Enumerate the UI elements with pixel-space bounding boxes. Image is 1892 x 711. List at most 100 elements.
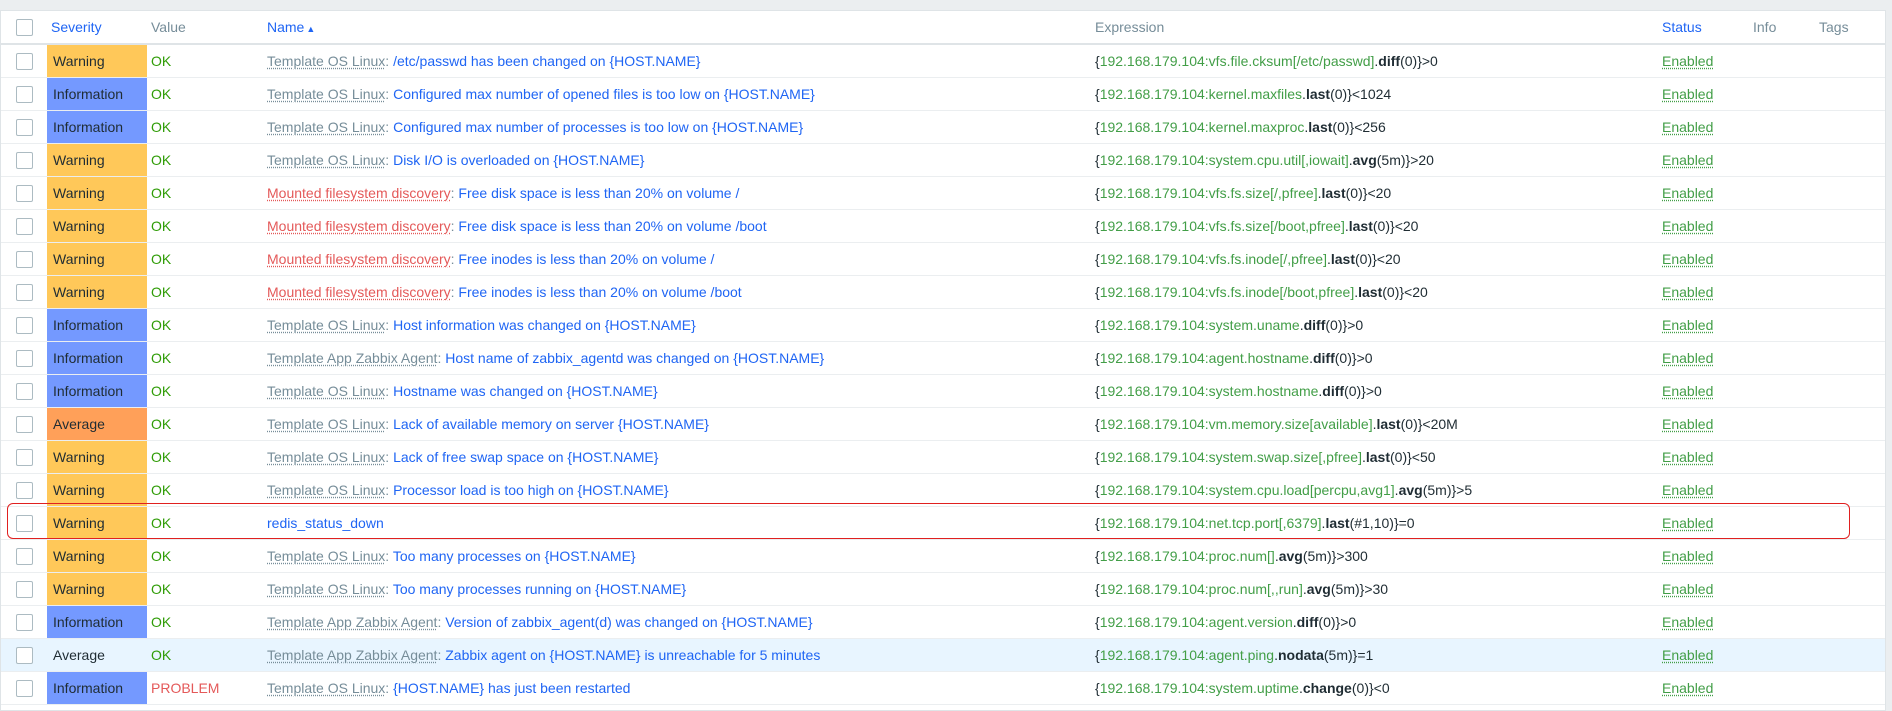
expression-item-link[interactable]: 192.168.179.104:kernel.maxproc — [1100, 119, 1305, 135]
row-checkbox[interactable] — [15, 52, 33, 70]
trigger-name-link[interactable]: Processor load is too high on {HOST.NAME… — [393, 482, 668, 498]
status-toggle-link[interactable]: Enabled — [1662, 218, 1713, 234]
row-checkbox[interactable] — [15, 679, 33, 697]
expression-item-link[interactable]: 192.168.179.104:kernel.maxfiles — [1100, 86, 1302, 102]
status-toggle-link[interactable]: Enabled — [1662, 317, 1713, 333]
expression-item-link[interactable]: 192.168.179.104:proc.num[] — [1100, 548, 1275, 564]
row-checkbox[interactable] — [15, 283, 33, 301]
template-link[interactable]: Template OS Linux — [267, 317, 385, 333]
template-link[interactable]: Template OS Linux — [267, 482, 385, 498]
trigger-name-link[interactable]: Free disk space is less than 20% on volu… — [458, 185, 739, 201]
row-checkbox[interactable] — [15, 217, 33, 235]
template-link[interactable]: Template App Zabbix Agent — [267, 647, 437, 663]
select-all-checkbox[interactable] — [15, 18, 33, 36]
trigger-name-link[interactable]: Configured max number of processes is to… — [393, 119, 803, 135]
trigger-name-link[interactable]: Host information was changed on {HOST.NA… — [393, 317, 696, 333]
severity-column-header[interactable]: Severity — [47, 11, 147, 45]
row-checkbox[interactable] — [15, 382, 33, 400]
status-toggle-link[interactable]: Enabled — [1662, 53, 1713, 69]
row-checkbox[interactable] — [15, 613, 33, 631]
template-link[interactable]: Template OS Linux — [267, 416, 385, 432]
row-checkbox[interactable] — [15, 184, 33, 202]
status-toggle-link[interactable]: Enabled — [1662, 152, 1713, 168]
row-checkbox[interactable] — [15, 646, 33, 664]
template-link[interactable]: Template OS Linux — [267, 548, 385, 564]
expression-item-link[interactable]: 192.168.179.104:agent.ping — [1100, 647, 1274, 663]
discovery-rule-link[interactable]: Mounted filesystem discovery — [267, 185, 451, 201]
row-checkbox[interactable] — [15, 448, 33, 466]
expression-item-link[interactable]: 192.168.179.104:system.swap.size[,pfree] — [1100, 449, 1362, 465]
status-toggle-link[interactable]: Enabled — [1662, 614, 1713, 630]
expression-item-link[interactable]: 192.168.179.104:agent.hostname — [1100, 350, 1309, 366]
row-checkbox[interactable] — [15, 547, 33, 565]
trigger-name-link[interactable]: Configured max number of opened files is… — [393, 86, 815, 102]
row-checkbox[interactable] — [15, 118, 33, 136]
template-link[interactable]: Template OS Linux — [267, 152, 385, 168]
expression-item-link[interactable]: 192.168.179.104:vfs.file.cksum[/etc/pass… — [1100, 53, 1375, 69]
status-toggle-link[interactable]: Enabled — [1662, 482, 1713, 498]
discovery-rule-link[interactable]: Mounted filesystem discovery — [267, 218, 451, 234]
row-checkbox[interactable] — [15, 580, 33, 598]
status-toggle-link[interactable]: Enabled — [1662, 119, 1713, 135]
trigger-name-link[interactable]: Free inodes is less than 20% on volume /… — [458, 284, 741, 300]
discovery-rule-link[interactable]: Mounted filesystem discovery — [267, 284, 451, 300]
discovery-rule-link[interactable]: Mounted filesystem discovery — [267, 251, 451, 267]
row-checkbox[interactable] — [15, 85, 33, 103]
expression-item-link[interactable]: 192.168.179.104:system.cpu.util[,iowait] — [1100, 152, 1349, 168]
trigger-name-link[interactable]: Version of zabbix_agent(d) was changed o… — [445, 614, 812, 630]
status-toggle-link[interactable]: Enabled — [1662, 383, 1713, 399]
status-toggle-link[interactable]: Enabled — [1662, 350, 1713, 366]
trigger-name-link[interactable]: /etc/passwd has been changed on {HOST.NA… — [393, 53, 700, 69]
row-checkbox[interactable] — [15, 316, 33, 334]
status-toggle-link[interactable]: Enabled — [1662, 416, 1713, 432]
row-checkbox[interactable] — [15, 349, 33, 367]
expression-item-link[interactable]: 192.168.179.104:system.cpu.load[percpu,a… — [1100, 482, 1395, 498]
status-column-header[interactable]: Status — [1658, 11, 1749, 45]
template-link[interactable]: Template OS Linux — [267, 53, 385, 69]
template-link[interactable]: Template OS Linux — [267, 680, 385, 696]
status-toggle-link[interactable]: Enabled — [1662, 581, 1713, 597]
row-checkbox[interactable] — [15, 514, 33, 532]
trigger-name-link[interactable]: {HOST.NAME} has just been restarted — [393, 680, 630, 696]
expression-item-link[interactable]: 192.168.179.104:system.uptime — [1100, 680, 1299, 696]
template-link[interactable]: Template OS Linux — [267, 449, 385, 465]
status-toggle-link[interactable]: Enabled — [1662, 515, 1713, 531]
status-toggle-link[interactable]: Enabled — [1662, 86, 1713, 102]
trigger-name-link[interactable]: redis_status_down — [267, 515, 384, 531]
expression-item-link[interactable]: 192.168.179.104:vfs.fs.size[/boot,pfree] — [1100, 218, 1345, 234]
name-column-header[interactable]: Name ▲ — [263, 11, 1091, 45]
trigger-name-link[interactable]: Free disk space is less than 20% on volu… — [458, 218, 766, 234]
status-toggle-link[interactable]: Enabled — [1662, 680, 1713, 696]
expression-item-link[interactable]: 192.168.179.104:vfs.fs.inode[/,pfree] — [1100, 251, 1327, 267]
expression-item-link[interactable]: 192.168.179.104:vfs.fs.inode[/boot,pfree… — [1100, 284, 1355, 300]
trigger-name-link[interactable]: Too many processes on {HOST.NAME} — [393, 548, 636, 564]
trigger-name-link[interactable]: Too many processes running on {HOST.NAME… — [393, 581, 686, 597]
template-link[interactable]: Template App Zabbix Agent — [267, 350, 437, 366]
expression-item-link[interactable]: 192.168.179.104:net.tcp.port[,6379] — [1100, 515, 1322, 531]
status-toggle-link[interactable]: Enabled — [1662, 284, 1713, 300]
expression-item-link[interactable]: 192.168.179.104:system.uname — [1100, 317, 1300, 333]
trigger-name-link[interactable]: Host name of zabbix_agentd was changed o… — [445, 350, 824, 366]
trigger-name-link[interactable]: Hostname was changed on {HOST.NAME} — [393, 383, 658, 399]
trigger-name-link[interactable]: Zabbix agent on {HOST.NAME} is unreachab… — [445, 647, 820, 663]
expression-item-link[interactable]: 192.168.179.104:vfs.fs.size[/,pfree] — [1100, 185, 1318, 201]
status-toggle-link[interactable]: Enabled — [1662, 548, 1713, 564]
row-checkbox[interactable] — [15, 481, 33, 499]
template-link[interactable]: Template OS Linux — [267, 581, 385, 597]
status-toggle-link[interactable]: Enabled — [1662, 647, 1713, 663]
row-checkbox[interactable] — [15, 415, 33, 433]
template-link[interactable]: Template OS Linux — [267, 119, 385, 135]
trigger-name-link[interactable]: Lack of free swap space on {HOST.NAME} — [393, 449, 658, 465]
expression-item-link[interactable]: 192.168.179.104:agent.version — [1100, 614, 1293, 630]
template-link[interactable]: Template App Zabbix Agent — [267, 614, 437, 630]
expression-item-link[interactable]: 192.168.179.104:proc.num[,,run] — [1100, 581, 1303, 597]
status-toggle-link[interactable]: Enabled — [1662, 185, 1713, 201]
expression-item-link[interactable]: 192.168.179.104:system.hostname — [1100, 383, 1319, 399]
trigger-name-link[interactable]: Free inodes is less than 20% on volume / — [458, 251, 714, 267]
status-toggle-link[interactable]: Enabled — [1662, 449, 1713, 465]
template-link[interactable]: Template OS Linux — [267, 86, 385, 102]
status-toggle-link[interactable]: Enabled — [1662, 251, 1713, 267]
row-checkbox[interactable] — [15, 151, 33, 169]
row-checkbox[interactable] — [15, 250, 33, 268]
trigger-name-link[interactable]: Lack of available memory on server {HOST… — [393, 416, 709, 432]
